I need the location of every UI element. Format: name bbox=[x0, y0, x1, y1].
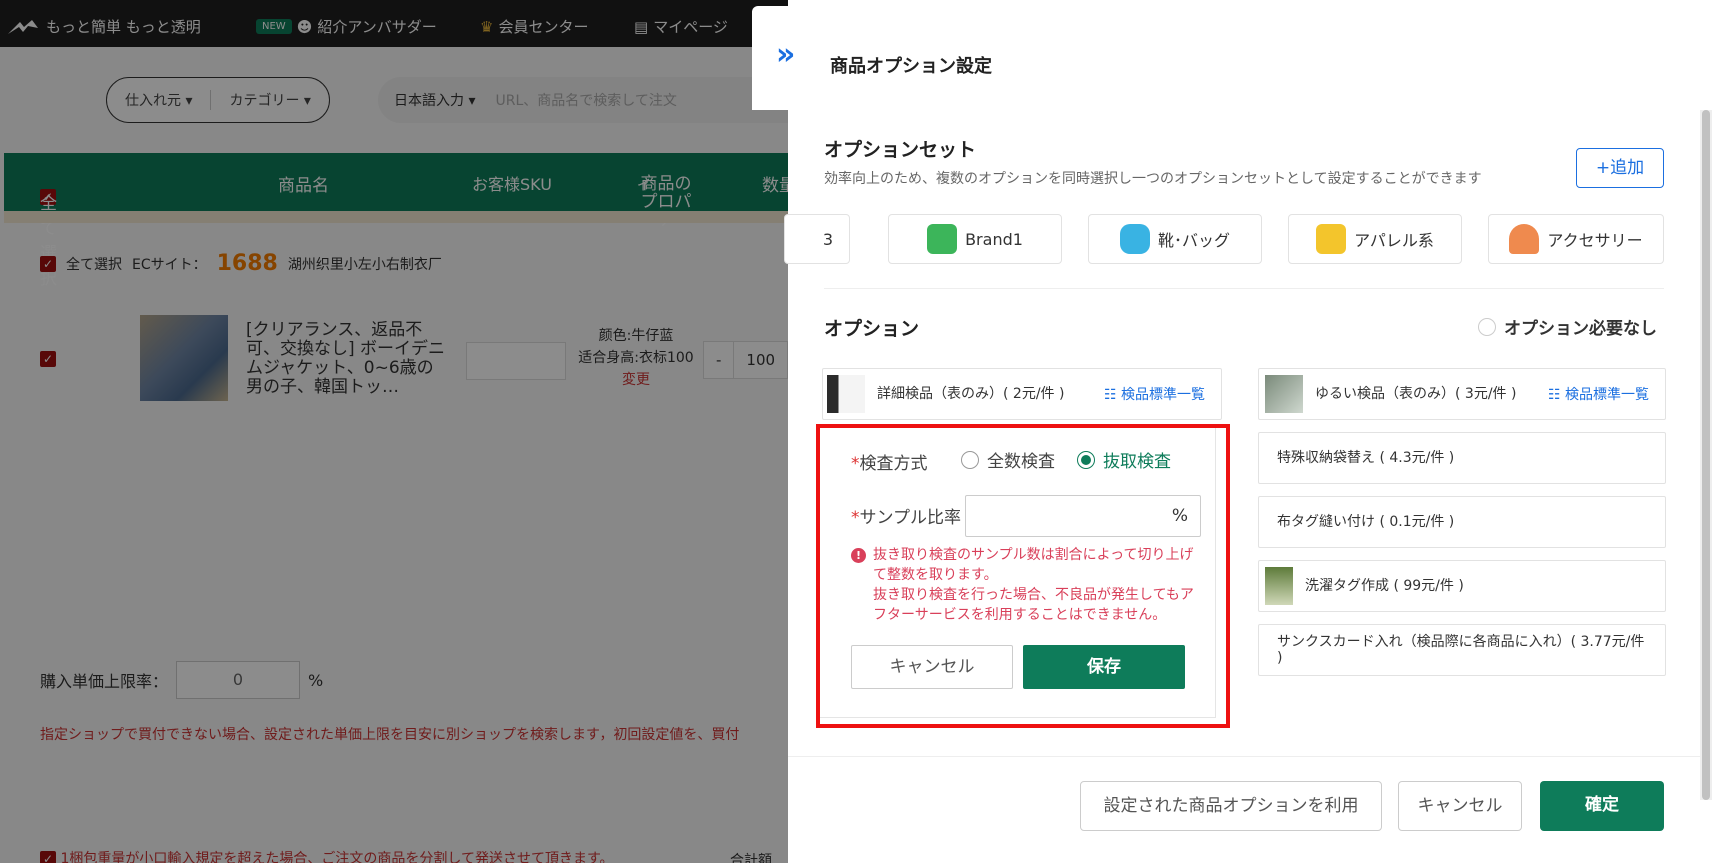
drawer-header: » 商品オプション設定 bbox=[752, 6, 1712, 110]
required-mark: * bbox=[851, 508, 860, 528]
method-label: *検査方式 bbox=[851, 449, 928, 474]
option-loose-inspection[interactable]: ゆるい検品（表のみ）( 3元/件 ) ☷ 検品標準一覧 bbox=[1258, 368, 1666, 420]
sample-warning: ! 抜き取り検査のサンプル数は割合によって切り上げて整数を取ります。 抜き取り検… bbox=[851, 545, 1201, 625]
add-option-set-button[interactable]: +追加 bbox=[1576, 148, 1664, 188]
radio-sample-inspection[interactable] bbox=[1077, 450, 1095, 469]
inspection-standard-link[interactable]: ☷ 検品標準一覧 bbox=[1104, 384, 1205, 404]
option-set-card[interactable]: アパレル系 bbox=[1288, 214, 1462, 264]
warning-line-1: 抜き取り検査のサンプル数は割合によって切り上げて整数を取ります。 bbox=[873, 547, 1194, 583]
drawer-title: 商品オプション設定 bbox=[830, 56, 992, 77]
full-inspection-label[interactable]: 全数検査 bbox=[987, 447, 1055, 472]
option-label: 詳細検品（表のみ）( 2元/件 ) bbox=[877, 386, 1065, 402]
sample-inspection-label[interactable]: 抜取検査 bbox=[1103, 447, 1171, 472]
ratio-label: *サンプル比率 bbox=[851, 503, 961, 528]
inspection-standard-label: 検品標準一覧 bbox=[1121, 387, 1205, 403]
search-doc-icon: ☷ bbox=[1547, 387, 1561, 403]
inspection-standard-link[interactable]: ☷ 検品標準一覧 bbox=[1548, 384, 1649, 404]
search-doc-icon: ☷ bbox=[1103, 387, 1117, 403]
ratio-label-text: サンプル比率 bbox=[859, 508, 962, 528]
option-wash-tag[interactable]: 洗濯タグ作成 ( 99元/件 ) bbox=[1258, 560, 1666, 612]
inspection-standard-label: 検品標準一覧 bbox=[1565, 387, 1649, 403]
option-label: 特殊収納袋替え ( 4.3元/件 ) bbox=[1277, 450, 1455, 466]
option-label: 布タグ縫い付け ( 0.1元/件 ) bbox=[1277, 514, 1455, 530]
option-set-card[interactable]: アクセサリー bbox=[1488, 214, 1664, 264]
confirm-button[interactable]: 確定 bbox=[1540, 781, 1664, 831]
option-label: ゆるい検品（表のみ）( 3元/件 ) bbox=[1315, 386, 1517, 402]
option-set-label: 3 bbox=[822, 229, 833, 249]
drawer-scrollbar[interactable] bbox=[1700, 110, 1712, 800]
option-set-label: アクセサリー bbox=[1547, 231, 1643, 250]
popup-save-button[interactable]: 保存 bbox=[1023, 645, 1185, 689]
option-set-label: Brand1 bbox=[965, 229, 1023, 249]
required-mark: * bbox=[851, 454, 860, 474]
radio-full-inspection[interactable] bbox=[961, 450, 979, 469]
option-detail-inspection[interactable]: 詳細検品（表のみ）( 2元/件 ) ☷ 検品標準一覧 bbox=[822, 368, 1222, 420]
option-thanks-card[interactable]: サンクスカード入れ（検品際に各商品に入れ）( 3.77元/件 ) bbox=[1258, 624, 1666, 676]
popup-cancel-button[interactable]: キャンセル bbox=[851, 645, 1013, 689]
section-divider bbox=[824, 288, 1664, 289]
option-cloth-tag[interactable]: 布タグ縫い付け ( 0.1元/件 ) bbox=[1258, 496, 1666, 548]
warning-line-2: 抜き取り検査を行った場合、不良品が発生してもアフターサービスを利用することはでき… bbox=[873, 587, 1194, 623]
sample-ratio-unit: % bbox=[1171, 506, 1188, 526]
collapse-chevron-icon[interactable]: » bbox=[776, 40, 795, 70]
option-set-label: アパレル系 bbox=[1354, 231, 1434, 250]
option-set-card[interactable]: Brand1 bbox=[888, 214, 1062, 264]
option-set-card[interactable]: 靴･バッグ bbox=[1088, 214, 1262, 264]
drawer-cancel-button[interactable]: キャンセル bbox=[1398, 781, 1522, 831]
option-label: サンクスカード入れ（検品際に各商品に入れ）( 3.77元/件 ) bbox=[1277, 634, 1645, 666]
option-thumbnail bbox=[827, 375, 865, 413]
option-thumbnail bbox=[1265, 567, 1293, 605]
inspection-popup: *検査方式 全数検査 抜取検査 *サンプル比率 % ! 抜き取り検査のサンプル数… bbox=[818, 426, 1216, 718]
option-drawer: » 商品オプション設定 オプションセット 効率向上のため、複数のオプションを同時… bbox=[752, 0, 1712, 863]
option-set-subtitle: 効率向上のため、複数のオプションを同時選択し一つのオプションセットとして設定する… bbox=[824, 171, 1482, 187]
scrollbar-thumb[interactable] bbox=[1702, 110, 1710, 800]
no-option-label: オプション必要なし bbox=[1504, 319, 1657, 339]
hat-icon bbox=[1509, 224, 1540, 254]
option-thumbnail bbox=[1265, 375, 1303, 413]
method-label-text: 検査方式 bbox=[859, 454, 928, 474]
info-icon: ! bbox=[851, 548, 866, 563]
apparel-icon bbox=[1316, 224, 1347, 254]
option-set-title: オプションセット bbox=[824, 139, 977, 161]
use-saved-options-button[interactable]: 設定された商品オプションを利用 bbox=[1080, 781, 1382, 831]
option-set-label: 靴･バッグ bbox=[1157, 231, 1230, 250]
option-title: オプション bbox=[824, 318, 920, 340]
shoe-bag-icon bbox=[1119, 224, 1150, 254]
sample-ratio-input[interactable]: % bbox=[965, 495, 1201, 537]
plus-box-icon bbox=[927, 224, 958, 254]
radio-icon bbox=[1478, 317, 1496, 336]
no-option-radio[interactable]: オプション必要なし bbox=[1478, 314, 1657, 339]
option-bag-replace[interactable]: 特殊収納袋替え ( 4.3元/件 ) bbox=[1258, 432, 1666, 484]
method-radio-group: 全数検査 抜取検査 bbox=[961, 447, 1171, 472]
footer-divider bbox=[788, 756, 1700, 757]
option-label: 洗濯タグ作成 ( 99元/件 ) bbox=[1305, 578, 1464, 594]
option-set-card[interactable]: 3 bbox=[784, 214, 850, 264]
